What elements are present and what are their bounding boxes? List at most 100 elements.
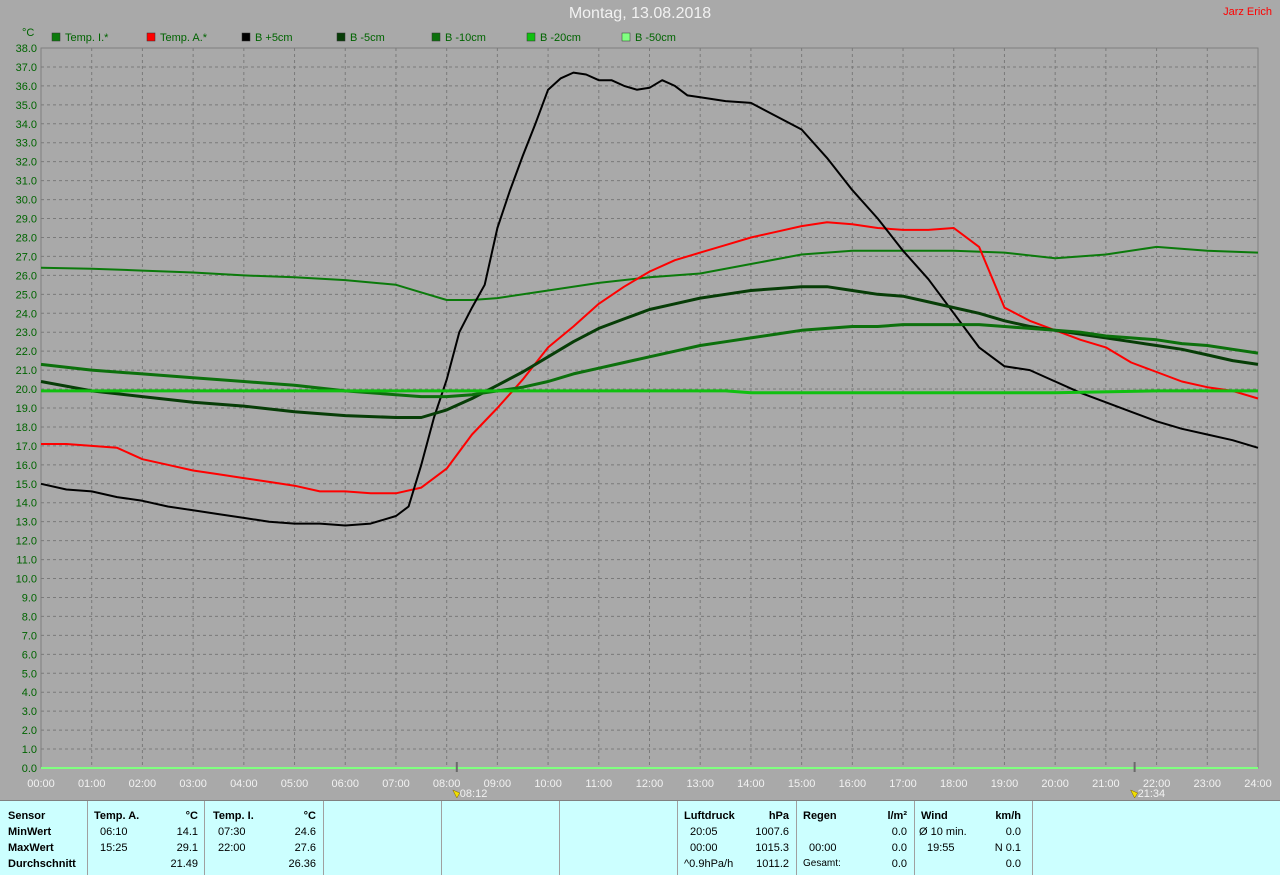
y-tick-label: 19.0 <box>16 403 37 415</box>
stats-min-label: MinWert <box>8 826 52 838</box>
temp-a-unit: °C <box>185 810 198 822</box>
y-tick-label: 16.0 <box>16 460 37 472</box>
y-tick-label: 6.0 <box>22 649 37 661</box>
y-tick-label: 3.0 <box>22 706 37 718</box>
y-tick-label: 5.0 <box>22 668 37 680</box>
y-tick-label: 11.0 <box>16 555 37 567</box>
pressure-header: Luftdruck <box>684 810 735 822</box>
wind-unit: km/h <box>995 810 1021 822</box>
y-tick-label: 36.0 <box>16 81 37 93</box>
legend-label: B -20cm <box>540 32 581 44</box>
stats-temp-a-column: Temp. A. °C 06:10 14.1 15:25 29.1 21.49 <box>88 801 205 875</box>
stats-max-label: MaxWert <box>8 842 54 854</box>
wind-max-time: 19:55 <box>927 842 955 854</box>
temp-a-max-time: 15:25 <box>100 842 128 854</box>
x-tick-label: 14:00 <box>737 778 765 790</box>
x-tick-label: 00:00 <box>27 778 55 790</box>
sunrise-label: 08:12 <box>460 788 488 800</box>
sunrise-icon <box>452 789 461 799</box>
y-tick-label: 22.0 <box>16 346 37 358</box>
x-tick-label: 07:00 <box>382 778 410 790</box>
y-tick-label: 31.0 <box>16 176 37 188</box>
x-tick-label: 23:00 <box>1194 778 1222 790</box>
stats-avg-label: Durchschnitt <box>8 858 76 870</box>
y-tick-label: 17.0 <box>16 441 37 453</box>
rain-unit: l/m² <box>887 810 907 822</box>
wind-avg-value: 0.0 <box>1005 826 1021 838</box>
x-tick-label: 03:00 <box>179 778 207 790</box>
temp-i-min-value: 24.6 <box>294 826 316 838</box>
sunset-label: 21:34 <box>1138 788 1166 800</box>
temp-i-max-value: 27.6 <box>294 842 316 854</box>
rain-header: Regen <box>803 810 837 822</box>
y-tick-label: 7.0 <box>22 630 37 642</box>
sunset-icon <box>1130 789 1138 799</box>
legend-label: Temp. A.* <box>160 32 208 44</box>
x-tick-label: 05:00 <box>281 778 309 790</box>
pressure-unit: hPa <box>768 810 789 822</box>
x-tick-label: 02:00 <box>129 778 157 790</box>
y-tick-label: 2.0 <box>22 725 37 737</box>
y-tick-label: 37.0 <box>16 62 37 74</box>
legend-label: B +5cm <box>255 32 293 44</box>
pressure-trend: ^0.9hPa/h <box>684 858 734 870</box>
wind-total-value: 0.0 <box>1005 858 1021 870</box>
x-tick-label: 15:00 <box>788 778 816 790</box>
stats-sensor-label: Sensor <box>8 810 46 822</box>
y-tick-label: 26.0 <box>16 270 37 282</box>
legend-label: B -50cm <box>635 32 676 44</box>
y-tick-label: 10.0 <box>16 574 37 586</box>
y-tick-label: 13.0 <box>16 517 37 529</box>
x-tick-label: 19:00 <box>991 778 1019 790</box>
y-tick-label: 24.0 <box>16 308 37 320</box>
wind-max-value: N 0.1 <box>994 842 1021 854</box>
y-tick-label: 0.0 <box>22 763 37 775</box>
y-tick-label: 23.0 <box>16 327 37 339</box>
y-tick-label: 35.0 <box>16 100 37 112</box>
x-tick-label: 24:00 <box>1244 778 1272 790</box>
rain-total-value: 0.0 <box>891 858 907 870</box>
stats-temp-i-column: Temp. I. °C 07:30 24.6 22:00 27.6 26.36 <box>205 801 324 875</box>
x-tick-label: 11:00 <box>585 778 612 790</box>
legend-label: B -10cm <box>445 32 486 44</box>
legend-swatch <box>241 32 251 42</box>
x-tick-label: 20:00 <box>1041 778 1069 790</box>
x-tick-label: 09:00 <box>484 778 512 790</box>
pressure-average: 1011.2 <box>756 858 789 870</box>
x-tick-label: 12:00 <box>636 778 664 790</box>
legend-swatch <box>146 32 156 42</box>
temp-i-unit: °C <box>303 810 316 822</box>
y-tick-label: 38.0 <box>16 43 37 55</box>
y-tick-label: 34.0 <box>16 119 37 131</box>
stats-empty-column-3 <box>560 801 678 875</box>
x-tick-label: 16:00 <box>839 778 867 790</box>
temp-a-average: 21.49 <box>170 858 198 870</box>
stats-empty-column-2 <box>442 801 560 875</box>
y-tick-label: 12.0 <box>16 536 37 548</box>
y-axis-unit: °C <box>22 27 34 39</box>
legend-swatch <box>526 32 536 42</box>
pressure-min-value: 1007.6 <box>755 826 789 838</box>
wind-avg-label: Ø 10 min. <box>919 826 967 838</box>
rain-min-value: 0.0 <box>891 826 907 838</box>
temp-i-average: 26.36 <box>288 858 316 870</box>
stats-rain-column: Regen l/m² 0.0 00:00 0.0 Gesamt: 0.0 <box>797 801 915 875</box>
stats-empty-column-1 <box>324 801 442 875</box>
stats-label-column: Sensor MinWert MaxWert Durchschnitt <box>0 801 88 875</box>
x-tick-label: 10:00 <box>534 778 562 790</box>
chart-legend: Temp. I.* Temp. A.* B +5cm B -5cm B -10cm B -… <box>51 32 676 44</box>
chart-grid <box>40 47 1259 769</box>
x-tick-label: 04:00 <box>230 778 258 790</box>
y-tick-label: 8.0 <box>22 611 37 623</box>
wind-header: Wind <box>921 810 948 822</box>
temp-a-min-value: 14.1 <box>176 826 198 838</box>
y-tick-label: 33.0 <box>16 138 37 150</box>
y-tick-label: 14.0 <box>16 498 37 510</box>
y-tick-label: 27.0 <box>16 251 37 263</box>
stats-pressure-column: Luftdruck hPa 20:05 1007.6 00:00 1015.3 … <box>678 801 797 875</box>
rain-total-label: Gesamt: <box>803 858 841 869</box>
y-tick-label: 4.0 <box>22 687 37 699</box>
statistics-panel: Sensor MinWert MaxWert Durchschnitt Temp… <box>0 800 1280 875</box>
x-tick-label: 01:00 <box>78 778 106 790</box>
legend-label: B -5cm <box>350 32 385 44</box>
